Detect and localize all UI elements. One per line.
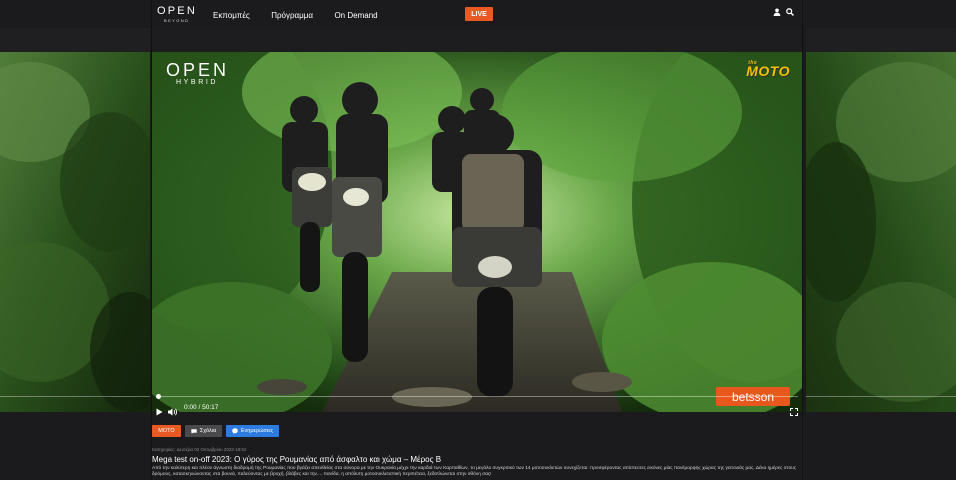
article-meta: Κατηγορίες: Δευτέρα 02 Οκτωβρίου 2023 18… xyxy=(152,447,247,452)
category-tag[interactable]: MOTO xyxy=(152,425,181,437)
article-description: Από την καλύτερη και πλέον άγνωστη διαδρ… xyxy=(152,466,797,477)
progress-bar[interactable] xyxy=(156,396,798,397)
site-logo-main: OPEN xyxy=(157,5,197,17)
video-player[interactable]: OPEN HYBRID the MOTO betsson xyxy=(152,52,802,412)
backdrop-left xyxy=(0,52,150,412)
user-icon[interactable] xyxy=(773,8,781,16)
time-display: 0:00 / 50:17 xyxy=(184,404,218,411)
site-logo-sub: BEYOND xyxy=(164,18,190,23)
comments-button[interactable]: Σχόλια xyxy=(185,425,222,437)
notifications-label: Ενημερώσεις xyxy=(240,428,274,434)
side-band-left xyxy=(0,28,150,52)
article-title: Mega test on-off 2023: Ο γύρος της Ρουμα… xyxy=(152,455,442,464)
channel-watermark-main: OPEN xyxy=(166,60,230,80)
side-band-right xyxy=(806,28,956,52)
nav-item-schedule[interactable]: Πρόγραμμα xyxy=(271,11,313,20)
player-controls: 0:00 / 50:17 xyxy=(152,390,802,417)
column-divider-right xyxy=(802,0,803,480)
nav-item-on-demand[interactable]: On Demand xyxy=(334,11,377,20)
top-navbar: OPEN BEYOND Εκπομπές Πρόγραμμα On Demand… xyxy=(0,0,956,28)
notifications-button[interactable]: Ενημερώσεις xyxy=(226,425,279,437)
backdrop-right xyxy=(806,52,956,412)
search-icon[interactable] xyxy=(786,8,794,16)
column-divider-left xyxy=(151,0,152,480)
comments-label: Σχόλια xyxy=(199,428,217,434)
action-tags: MOTO Σχόλια Ενημερώσεις xyxy=(152,425,279,437)
messenger-icon xyxy=(232,428,238,434)
page: OPEN BEYOND Εκπομπές Πρόγραμμα On Demand… xyxy=(0,0,956,480)
current-time: 0:00 xyxy=(184,404,197,411)
play-icon[interactable] xyxy=(156,403,163,421)
side-line-right xyxy=(806,396,956,397)
channel-watermark: OPEN HYBRID xyxy=(166,61,229,87)
live-button[interactable]: LIVE xyxy=(465,7,493,21)
nav-item-shows[interactable]: Εκπομπές xyxy=(213,11,250,20)
progress-handle[interactable] xyxy=(156,394,161,399)
video-frame xyxy=(152,52,802,412)
backdrop-left-dim xyxy=(0,52,150,412)
show-logo: the MOTO xyxy=(746,60,790,79)
volume-icon[interactable] xyxy=(168,403,178,421)
site-logo[interactable]: OPEN BEYOND xyxy=(157,3,199,25)
side-line-left xyxy=(0,396,150,397)
video-top-band xyxy=(152,28,802,52)
comment-icon xyxy=(191,428,197,434)
main-nav: Εκπομπές Πρόγραμμα On Demand xyxy=(213,5,395,23)
time-separator: / xyxy=(198,404,201,411)
show-logo-prefix: the xyxy=(748,60,758,66)
backdrop-right-dim xyxy=(806,52,956,412)
fullscreen-icon[interactable] xyxy=(789,403,799,421)
duration: 50:17 xyxy=(202,404,219,411)
channel-watermark-sub: HYBRID xyxy=(176,79,219,86)
